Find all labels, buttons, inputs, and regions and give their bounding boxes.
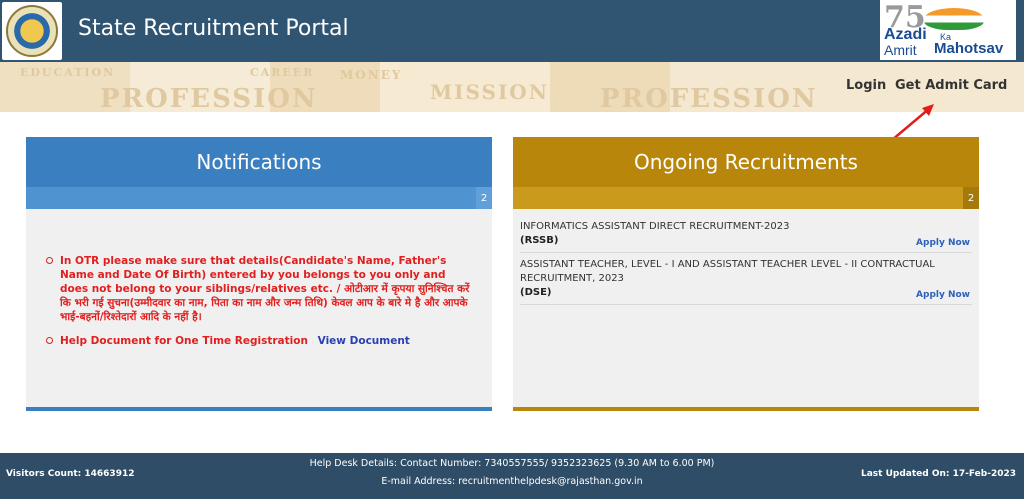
recruitment-org: (DSE) bbox=[520, 287, 552, 298]
notifications-subbar bbox=[26, 187, 492, 209]
list-item[interactable]: In OTR please make sure that details(Can… bbox=[46, 254, 476, 324]
recruitment-title: INFORMATICS ASSISTANT DIRECT RECRUITMENT… bbox=[520, 221, 790, 232]
view-document-link[interactable]: View Document bbox=[318, 335, 410, 347]
banner-word: MONEY bbox=[340, 68, 403, 82]
banner-word: PROFESSION bbox=[100, 84, 318, 112]
recruitment-row: ASSISTANT TEACHER, LEVEL - I AND ASSISTA… bbox=[520, 258, 972, 305]
emblem-icon bbox=[6, 5, 58, 57]
list-item[interactable]: Help Document for One Time Registration … bbox=[46, 334, 476, 348]
banner-word: MISSION bbox=[430, 80, 549, 104]
notification-text: In OTR please make sure that details(Can… bbox=[60, 255, 470, 323]
notifications-count-badge: 2 bbox=[476, 187, 492, 209]
top-header: State Recruitment Portal 75 Azadi Ka Amr… bbox=[0, 0, 1024, 62]
banner-word: PROFESSION bbox=[600, 84, 818, 112]
recruitments-subbar bbox=[513, 187, 979, 209]
notifications-list: In OTR please make sure that details(Can… bbox=[46, 254, 476, 358]
azadi-ka-amrit-mahotsav-logo: 75 Azadi Ka Amrit Mahotsav bbox=[880, 0, 1016, 60]
banner-word: CAREER bbox=[250, 66, 315, 79]
login-link[interactable]: Login bbox=[846, 78, 886, 93]
recruitment-row: INFORMATICS ASSISTANT DIRECT RECRUITMENT… bbox=[520, 220, 972, 253]
admit-card-link[interactable]: Get Admit Card bbox=[895, 78, 1007, 93]
recruitment-org: (RSSB) bbox=[520, 235, 559, 246]
recruitment-title: ASSISTANT TEACHER, LEVEL - I AND ASSISTA… bbox=[520, 259, 935, 284]
notifications-title: Notifications bbox=[26, 137, 492, 187]
flag-icon bbox=[924, 8, 984, 30]
helpdesk-contact: Help Desk Details: Contact Number: 73405… bbox=[309, 458, 715, 469]
notification-text: Help Document for One Time Registration bbox=[60, 335, 308, 347]
apply-now-button[interactable]: Apply Now bbox=[916, 290, 970, 300]
panel-bottom-border bbox=[513, 407, 979, 411]
badge-line4: Mahotsav bbox=[934, 40, 1004, 57]
apply-now-button[interactable]: Apply Now bbox=[916, 238, 970, 248]
recruitments-title: Ongoing Recruitments bbox=[513, 137, 979, 187]
footer: Visitors Count: 14663912 Help Desk Detai… bbox=[0, 453, 1024, 499]
recruitments-count-badge: 2 bbox=[963, 187, 979, 209]
page-title: State Recruitment Portal bbox=[78, 16, 349, 41]
banner-word: EDUCATION bbox=[20, 66, 116, 79]
badge-line3: Amrit bbox=[884, 42, 917, 58]
site-logo[interactable] bbox=[2, 2, 62, 60]
panel-bottom-border bbox=[26, 407, 492, 411]
bullet-icon bbox=[46, 337, 53, 344]
last-updated: Last Updated On: 17-Feb-2023 bbox=[860, 469, 1016, 479]
bullet-icon bbox=[46, 257, 53, 264]
